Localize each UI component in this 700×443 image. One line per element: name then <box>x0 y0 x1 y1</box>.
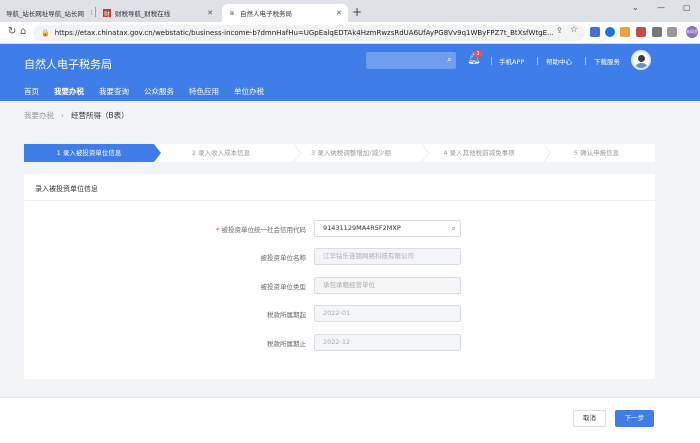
nav-item-home[interactable]: 首页 <box>24 86 39 100</box>
puzzle-icon[interactable] <box>652 27 662 37</box>
help-center-link[interactable]: 帮助中心 <box>546 56 572 66</box>
period-end-label: 税款所属期止 <box>267 340 306 348</box>
section-title: 录入被投资单位信息 <box>35 185 98 193</box>
nav-item-query[interactable]: 我要查询 <box>99 86 129 100</box>
close-tab-icon[interactable]: ✕ <box>201 9 213 17</box>
site-header: 自然人电子税务局 ⌕ 🔔︎ 3 手机APP 帮助中心 下载服务 首页 我要办税 … <box>0 44 700 104</box>
lock-icon: 🔒 <box>41 29 50 37</box>
nav-item-public-service[interactable]: 公众服务 <box>144 86 174 100</box>
step-1: 1 录入被投资单位信息 <box>24 144 161 162</box>
step-indicator: 1 录入被投资单位信息 2 录入收入成本信息 3 录入纳税调整增加/减少额 4 … <box>24 144 655 162</box>
search-input[interactable]: ⌕ <box>366 52 456 69</box>
flag-icon[interactable] <box>636 27 646 37</box>
download-service-link[interactable]: 下载服务 <box>594 56 620 66</box>
site-title: 自然人电子税务局 <box>24 58 112 71</box>
step-3: 3 录入纳税调整增加/减少额 <box>311 149 391 157</box>
new-tab-button[interactable]: + <box>352 5 362 19</box>
favicon-icon: 财 <box>103 9 111 18</box>
investee-info-card: 录入被投资单位信息 * 被投资单位统一社会信用代码 91431129MA4R5F2… <box>24 174 655 379</box>
globe-icon: ⊕ <box>229 9 235 17</box>
tab-label: 导航_站长网址导航_站长网 <box>6 10 84 18</box>
extension-icon[interactable] <box>620 27 630 37</box>
step-4: 4 录入其他税前减免事项 <box>443 149 515 157</box>
period-end-field: 2022-12 <box>314 334 461 351</box>
extension-icon[interactable] <box>605 27 615 37</box>
page-content: 我要办税 › 经营所得（B表） 1 录入被投资单位信息 2 录入收入成本信息 3 录… <box>0 101 700 397</box>
address-bar-row: ↻ ⌂ 🔒 https://etax.chinatax.gov.cn/webst… <box>0 22 700 44</box>
avatar[interactable] <box>631 50 651 70</box>
nav-item-featured-apps[interactable]: 特色应用 <box>189 86 219 100</box>
credit-code-value: 91431129MA4R5F2MXP <box>323 224 401 232</box>
browser-tab[interactable]: 财 财税导航_财税在线 ✕ <box>97 4 219 22</box>
investee-name-field: 江华钻乐连锁网络科技有限公司 <box>314 248 461 265</box>
chevron-down-icon[interactable]: ⌄ <box>632 3 639 12</box>
nav-item-tax-handling[interactable]: 我要办税 <box>54 86 84 104</box>
profile-button[interactable]: 未同步 <box>686 26 698 38</box>
url-field[interactable]: 🔒 https://etax.chinatax.gov.cn/webstatic… <box>33 25 585 41</box>
credit-code-input[interactable]: 91431129MA4R5F2MXP ⌕ <box>314 220 461 237</box>
minimize-icon[interactable]: — <box>657 3 665 12</box>
breadcrumb-parent[interactable]: 我要办税 <box>24 111 54 120</box>
step-5: 5 确认申报信息 <box>573 149 620 157</box>
star-icon[interactable]: ☆ <box>570 25 578 35</box>
breadcrumb-separator: › <box>61 111 64 120</box>
browser-tab-bar: 导航_站长网址导航_站长网 ✕ 财 财税导航_财税在线 ✕ ⊕ 自然人电子税务局… <box>0 0 700 22</box>
next-step-button[interactable]: 下一步 <box>615 410 654 427</box>
investee-type-field: 承包承租经营单位 <box>314 277 461 294</box>
close-tab-icon[interactable]: ✕ <box>84 9 92 17</box>
step-2: 2 录入收入成本信息 <box>191 149 251 157</box>
period-start-label: 税款所属期起 <box>267 311 306 319</box>
investee-name-label: 被投资单位名称 <box>260 254 307 262</box>
reload-icon[interactable]: ↻ <box>8 26 16 37</box>
nav-item-unit-tax[interactable]: 单位办税 <box>234 86 264 100</box>
search-icon[interactable]: ⌕ <box>452 221 456 236</box>
browser-tab-active[interactable]: ⊕ 自然人电子税务局 ✕ <box>222 4 348 22</box>
breadcrumb: 我要办税 › 经营所得（B表） <box>24 110 129 121</box>
browser-tab[interactable]: 导航_站长网址导航_站长网 ✕ <box>0 4 92 22</box>
cancel-button[interactable]: 取消 <box>573 410 606 427</box>
search-icon[interactable]: ⌕ <box>447 55 452 65</box>
notification-badge: 3 <box>474 50 482 58</box>
tab-label: 财税导航_财税在线 <box>115 10 171 18</box>
sidebar-icon[interactable] <box>667 27 677 37</box>
investee-type-label: 被投资单位类型 <box>260 283 307 291</box>
url-text: https://etax.chinatax.gov.cn/webstatic/b… <box>54 29 554 37</box>
maximize-icon[interactable]: ▢ <box>683 3 691 12</box>
home-icon[interactable]: ⌂ <box>20 26 26 37</box>
app-link[interactable]: 手机APP <box>499 56 524 66</box>
credit-code-label: * 被投资单位统一社会信用代码 <box>216 226 306 234</box>
main-nav: 首页 我要办税 我要查询 公众服务 特色应用 单位办税 <box>24 86 279 104</box>
translate-icon[interactable] <box>590 27 600 37</box>
close-tab-icon[interactable]: ✕ <box>330 9 342 17</box>
period-start-field: 2022-01 <box>314 305 461 322</box>
breadcrumb-current: 经营所得（B表） <box>71 111 129 120</box>
action-footer: 取消 下一步 <box>0 397 700 443</box>
tab-label: 自然人电子税务局 <box>240 10 292 18</box>
share-icon[interactable]: ⇪ <box>556 26 563 35</box>
